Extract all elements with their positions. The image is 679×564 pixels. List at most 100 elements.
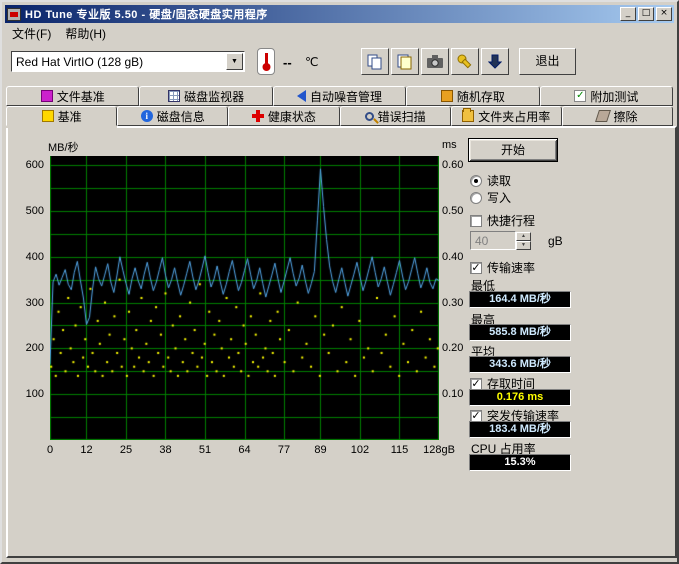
axis-tick-label: 77: [278, 444, 290, 456]
max-value: 585.8 MB/秒: [469, 324, 571, 341]
speaker-icon: [297, 90, 306, 102]
gb-unit-label: gB: [548, 234, 563, 248]
read-radio[interactable]: 读取: [470, 172, 511, 189]
axis-tick-label: 0.20: [442, 342, 463, 354]
axis-tick-label: 600: [26, 159, 44, 171]
axis-tick-label: 102: [351, 444, 369, 456]
drive-selector-value: Red Hat VirtIO (128 gB): [12, 55, 226, 69]
tab-health[interactable]: 健康状态: [228, 106, 339, 126]
exit-button[interactable]: 退出: [519, 48, 576, 75]
axis-tick-label: 400: [26, 251, 44, 263]
y-axis-left-labels: 600500400300200100: [14, 156, 46, 440]
transfer-rate-label: 传输速率: [487, 259, 535, 276]
tab-folder-usage[interactable]: 文件夹占用率: [451, 106, 562, 126]
close-button[interactable]: ×: [656, 7, 672, 21]
tab-label: 磁盘监视器: [184, 88, 244, 105]
health-cross-icon: [252, 110, 264, 122]
titlebar: HD Tune 专业版 5.50 - 硬盘/固态硬盘实用程序 _ □ ×: [5, 5, 674, 23]
tab-label: 基准: [58, 108, 82, 125]
maximize-button[interactable]: □: [638, 7, 654, 21]
axis-tick-label: 0: [47, 444, 53, 456]
copy-to-clipboard-button[interactable]: [361, 48, 389, 75]
minimize-button[interactable]: _: [620, 7, 636, 21]
pages-icon: [396, 54, 414, 70]
axis-tick-label: 12: [80, 444, 92, 456]
avg-value: 343.6 MB/秒: [469, 356, 571, 373]
axis-tick-label: 0.10: [442, 388, 463, 400]
tab-disk-info[interactable]: i 磁盘信息: [117, 106, 228, 126]
axis-tick-label: 115: [391, 444, 409, 456]
tab-random-access[interactable]: 随机存取: [406, 86, 539, 106]
spinner-up-button[interactable]: ▲: [516, 232, 531, 241]
menu-file[interactable]: 文件(F): [5, 23, 58, 44]
checkbox-checked-icon: ✓: [470, 378, 482, 390]
benchmark-canvas: [50, 156, 439, 440]
screenshot-button[interactable]: [421, 48, 449, 75]
benchmark-icon: [42, 110, 54, 122]
copy-pages-button[interactable]: [391, 48, 419, 75]
menu-help[interactable]: 帮助(H): [58, 23, 113, 44]
tab-error-scan[interactable]: 错误扫描: [340, 106, 451, 126]
magnifier-icon: [365, 112, 374, 121]
file-benchmark-icon: [41, 90, 53, 102]
download-arrow-icon: [488, 54, 502, 70]
start-button[interactable]: 开始: [468, 138, 558, 162]
random-access-icon: [441, 90, 453, 102]
tab-label: 文件夹占用率: [478, 108, 550, 125]
temperature-unit: ℃: [305, 55, 318, 69]
axis-tick-label: 0.30: [442, 297, 463, 309]
write-radio[interactable]: 写入: [470, 189, 511, 206]
y-axis-right-labels: 0.600.500.400.300.200.10: [441, 156, 471, 440]
chevron-down-icon[interactable]: ▼: [226, 53, 243, 70]
checkbox-checked-icon: ✓: [470, 262, 482, 274]
short-stroke-size-input[interactable]: 40: [470, 231, 516, 250]
save-button[interactable]: [481, 48, 509, 75]
x-axis-labels: 012253851647789102115128gB: [50, 444, 439, 458]
tab-label: 健康状态: [268, 108, 316, 125]
tab-extra-tests[interactable]: ✓ 附加测试: [540, 86, 673, 106]
short-stroke-size-field: 40 ▲ ▼: [470, 231, 531, 250]
axis-tick-label: 500: [26, 205, 44, 217]
tools-button[interactable]: [451, 48, 479, 75]
drive-selector[interactable]: Red Hat VirtIO (128 gB) ▼: [11, 51, 245, 72]
axis-tick-label: 25: [120, 444, 132, 456]
tab-label: 自动噪音管理: [310, 88, 382, 105]
axis-tick-label: 100: [26, 388, 44, 400]
tab-label: 错误扫描: [378, 108, 426, 125]
info-icon: i: [141, 110, 153, 122]
axis-tick-label: 0.40: [442, 251, 463, 263]
tab-label: 磁盘信息: [157, 108, 205, 125]
temperature-value: --: [283, 55, 292, 70]
axis-tick-label: 64: [238, 444, 250, 456]
spinner: ▲ ▼: [516, 232, 531, 250]
checkbox-checked-icon: ✓: [470, 410, 482, 422]
tab-aam[interactable]: 自动噪音管理: [273, 86, 406, 106]
axis-tick-label: 51: [199, 444, 211, 456]
extra-tests-icon: ✓: [574, 90, 586, 102]
axis-tick-label: 38: [159, 444, 171, 456]
short-stroke-label: 快捷行程: [487, 212, 535, 229]
cpu-usage-value: 15.3%: [469, 454, 571, 471]
write-radio-label: 写入: [487, 189, 511, 206]
tab-benchmark[interactable]: 基准: [6, 106, 117, 126]
tab-disk-monitor[interactable]: 磁盘监视器: [139, 86, 272, 106]
axis-tick-label: 200: [26, 342, 44, 354]
camera-icon: [426, 54, 444, 69]
hdtune-window: HD Tune 专业版 5.50 - 硬盘/固态硬盘实用程序 _ □ × 文件(…: [0, 0, 679, 564]
disk-monitor-icon: [168, 90, 180, 102]
tab-erase[interactable]: 擦除: [562, 106, 673, 126]
transfer-rate-checkbox[interactable]: ✓ 传输速率: [470, 259, 535, 276]
eraser-icon: [595, 110, 611, 122]
y-axis-left-unit: MB/秒: [48, 139, 79, 155]
y-axis-right-unit: ms: [442, 139, 457, 151]
read-radio-label: 读取: [487, 172, 511, 189]
axis-tick-label: 0.60: [442, 159, 463, 171]
benchmark-page: MB/秒 ms 600500400300200100 0.600.500.400…: [6, 126, 677, 558]
tab-label: 附加测试: [590, 88, 638, 105]
short-stroke-checkbox[interactable]: 快捷行程: [470, 212, 535, 229]
benchmark-plot: [50, 156, 439, 440]
spinner-down-button[interactable]: ▼: [516, 241, 531, 250]
tab-file-benchmark[interactable]: 文件基准: [6, 86, 139, 106]
folder-icon: [462, 110, 474, 122]
radio-unselected-icon: [470, 192, 482, 204]
